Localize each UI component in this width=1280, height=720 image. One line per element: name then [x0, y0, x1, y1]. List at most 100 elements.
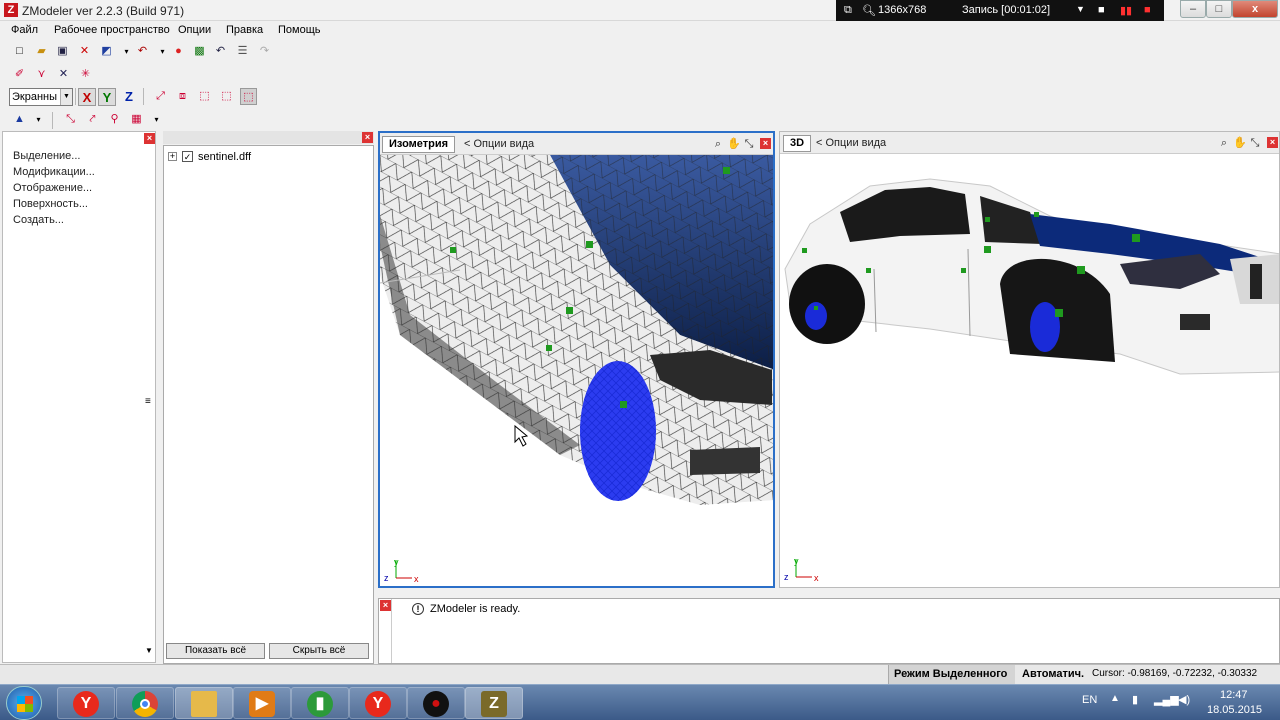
- open-folder-icon[interactable]: ▰: [33, 43, 50, 60]
- viewport-3d[interactable]: 3D < Опции вида ⌕ ✋ ⤡ × y z x: [779, 131, 1280, 588]
- rotate-icon[interactable]: ⤡: [1248, 136, 1262, 150]
- close-button[interactable]: x: [1232, 0, 1278, 18]
- select-vertex-icon[interactable]: ⤡: [62, 111, 79, 128]
- zoom-icon[interactable]: ⌕: [711, 137, 725, 151]
- cmd-modify[interactable]: Модификации...: [13, 166, 95, 178]
- viewport-isometric[interactable]: Изометрия < Опции вида ⌕ ✋ ⤡ × y z x: [378, 131, 775, 588]
- menu-help[interactable]: Помощь: [278, 24, 321, 36]
- undo-dropdown-icon[interactable]: ▾: [154, 43, 171, 60]
- undo-icon[interactable]: ↶: [212, 43, 229, 60]
- zoom-icon[interactable]: 🔍︎: [862, 4, 876, 17]
- close-icon[interactable]: ×: [760, 138, 771, 149]
- undo-history-icon[interactable]: ↶: [134, 43, 151, 60]
- status-bar: Режим Выделенного Автоматич. Cursor: -0.…: [0, 664, 1280, 684]
- camera-icon[interactable]: ■: [1098, 4, 1105, 16]
- redo-icon[interactable]: ↷: [256, 43, 273, 60]
- windows-logo-icon: [17, 696, 33, 712]
- network-icon[interactable]: ▮: [1132, 693, 1138, 706]
- selection-mode-status: Режим Выделенного: [894, 668, 1008, 680]
- record-icon[interactable]: ●: [170, 43, 187, 60]
- minimize-button[interactable]: –: [1180, 0, 1206, 18]
- zmodeler-icon: Z: [481, 691, 507, 717]
- axis-z-label: z: [784, 572, 789, 582]
- zoom-icon[interactable]: ⌕: [1217, 136, 1231, 150]
- viewport-header: 3D < Опции вида ⌕ ✋ ⤡ ×: [780, 132, 1279, 154]
- close-icon[interactable]: ×: [380, 600, 391, 611]
- show-all-button[interactable]: Показать всё: [166, 643, 265, 659]
- tab-3d[interactable]: 3D: [783, 135, 812, 152]
- clock-time[interactable]: 12:47: [1220, 689, 1248, 701]
- expand-icon[interactable]: +: [168, 152, 177, 161]
- taskbar-explorer[interactable]: [175, 687, 233, 719]
- close-icon[interactable]: ×: [362, 132, 373, 143]
- object-tree: + ✓ sentinel.dff: [163, 145, 374, 664]
- menu-edit[interactable]: Правка: [226, 24, 263, 36]
- menu-bar: Файл Рабочее пространство Опции Правка П…: [0, 21, 1280, 40]
- recorder-bar: ⧉ 🔍︎ 1366x768 Запись [00:01:02] ▼ ■ ▮▮ ■: [836, 0, 1164, 21]
- select-dropdown-icon[interactable]: ▾: [30, 111, 47, 128]
- delete-icon[interactable]: ✕: [76, 43, 93, 60]
- stop-icon[interactable]: ■: [1144, 4, 1151, 16]
- taskbar-signal-app[interactable]: ▮: [291, 687, 349, 719]
- cube-rotate-icon[interactable]: ⬚: [218, 88, 235, 105]
- cube-tool-icon[interactable]: ⬚: [196, 88, 213, 105]
- box-tool-icon[interactable]: ⧈: [174, 88, 191, 105]
- resolution-icon[interactable]: ⧉: [844, 4, 852, 17]
- notes-icon[interactable]: ☰: [234, 43, 251, 60]
- move-tool-icon[interactable]: ⤢: [152, 88, 169, 105]
- import-icon[interactable]: ◩: [98, 43, 115, 60]
- visibility-checkbox[interactable]: ✓: [182, 151, 193, 162]
- eraser-icon[interactable]: ✐: [11, 66, 28, 83]
- taskbar-zmodeler[interactable]: Z: [465, 687, 523, 719]
- taskbar-yandex-browser[interactable]: Y: [57, 687, 115, 719]
- taskbar-media-player[interactable]: ▶: [233, 687, 291, 719]
- scroll-down-icon[interactable]: ▼: [145, 646, 153, 655]
- import-dropdown-icon[interactable]: ▾: [118, 43, 135, 60]
- signal-bars-icon[interactable]: ▂▄▆: [1154, 693, 1179, 706]
- window-controls: – □ x: [1180, 0, 1280, 19]
- clock-date[interactable]: 18.05.2015: [1207, 704, 1262, 716]
- pan-hand-icon[interactable]: ✋: [1233, 136, 1247, 150]
- menu-workspace[interactable]: Рабочее пространство: [54, 24, 170, 36]
- tree-item-sentinel[interactable]: sentinel.dff: [198, 151, 251, 163]
- cmd-create[interactable]: Создать...: [13, 214, 64, 226]
- object-dropdown-icon[interactable]: ▾: [148, 111, 165, 128]
- splitter-handle-icon[interactable]: ≡: [145, 396, 151, 407]
- select-mode-icon[interactable]: ▲: [11, 111, 28, 128]
- edge-tool-icon[interactable]: ✕: [55, 66, 72, 83]
- close-icon[interactable]: ×: [144, 133, 155, 144]
- face-tool-icon[interactable]: ✳: [77, 66, 94, 83]
- taskbar-yandex[interactable]: Y: [349, 687, 407, 719]
- vertex-tool-icon[interactable]: ⋎: [33, 66, 50, 83]
- hide-all-button[interactable]: Скрыть всё: [269, 643, 369, 659]
- taskbar-chrome[interactable]: [116, 687, 174, 719]
- new-file-icon[interactable]: □: [11, 43, 28, 60]
- pan-hand-icon[interactable]: ✋: [727, 137, 741, 151]
- selection-toolbar: ▲ ▾ ⤡ ⤤ ⚲ ▦ ▾: [0, 109, 1280, 131]
- language-indicator[interactable]: EN: [1082, 694, 1097, 706]
- rotate-icon[interactable]: ⤡: [742, 137, 756, 151]
- view-options-link[interactable]: < Опции вида: [816, 137, 886, 149]
- cmd-surface[interactable]: Поверхность...: [13, 198, 88, 210]
- pause-icon[interactable]: ▮▮: [1120, 4, 1132, 17]
- view-options-link[interactable]: < Опции вида: [464, 138, 534, 150]
- close-icon[interactable]: ×: [1267, 137, 1278, 148]
- select-face-icon[interactable]: ⚲: [106, 111, 123, 128]
- main-toolbar: □ ▰ ▣ ✕ ◩ ▾ ↶ ▾ ● ▩ ↶ ☰ ↷: [0, 41, 1280, 63]
- dropdown-icon[interactable]: ▼: [1076, 4, 1085, 14]
- cmd-selection[interactable]: Выделение...: [13, 150, 80, 162]
- start-button[interactable]: [6, 686, 42, 720]
- save-icon[interactable]: ▣: [54, 43, 71, 60]
- volume-icon[interactable]: ◀): [1178, 693, 1190, 706]
- menu-options[interactable]: Опции: [178, 24, 211, 36]
- maximize-button[interactable]: □: [1206, 0, 1232, 18]
- tray-expand-icon[interactable]: ▲: [1110, 693, 1120, 704]
- menu-file[interactable]: Файл: [11, 24, 38, 36]
- select-edge-icon[interactable]: ⤤: [84, 111, 101, 128]
- taskbar-recorder[interactable]: ●: [407, 687, 465, 719]
- select-object-icon[interactable]: ▦: [128, 111, 145, 128]
- render-icon[interactable]: ▩: [191, 43, 208, 60]
- cube-scale-icon[interactable]: ⬚: [240, 88, 257, 105]
- cmd-display[interactable]: Отображение...: [13, 182, 92, 194]
- tab-isometric[interactable]: Изометрия: [382, 136, 456, 153]
